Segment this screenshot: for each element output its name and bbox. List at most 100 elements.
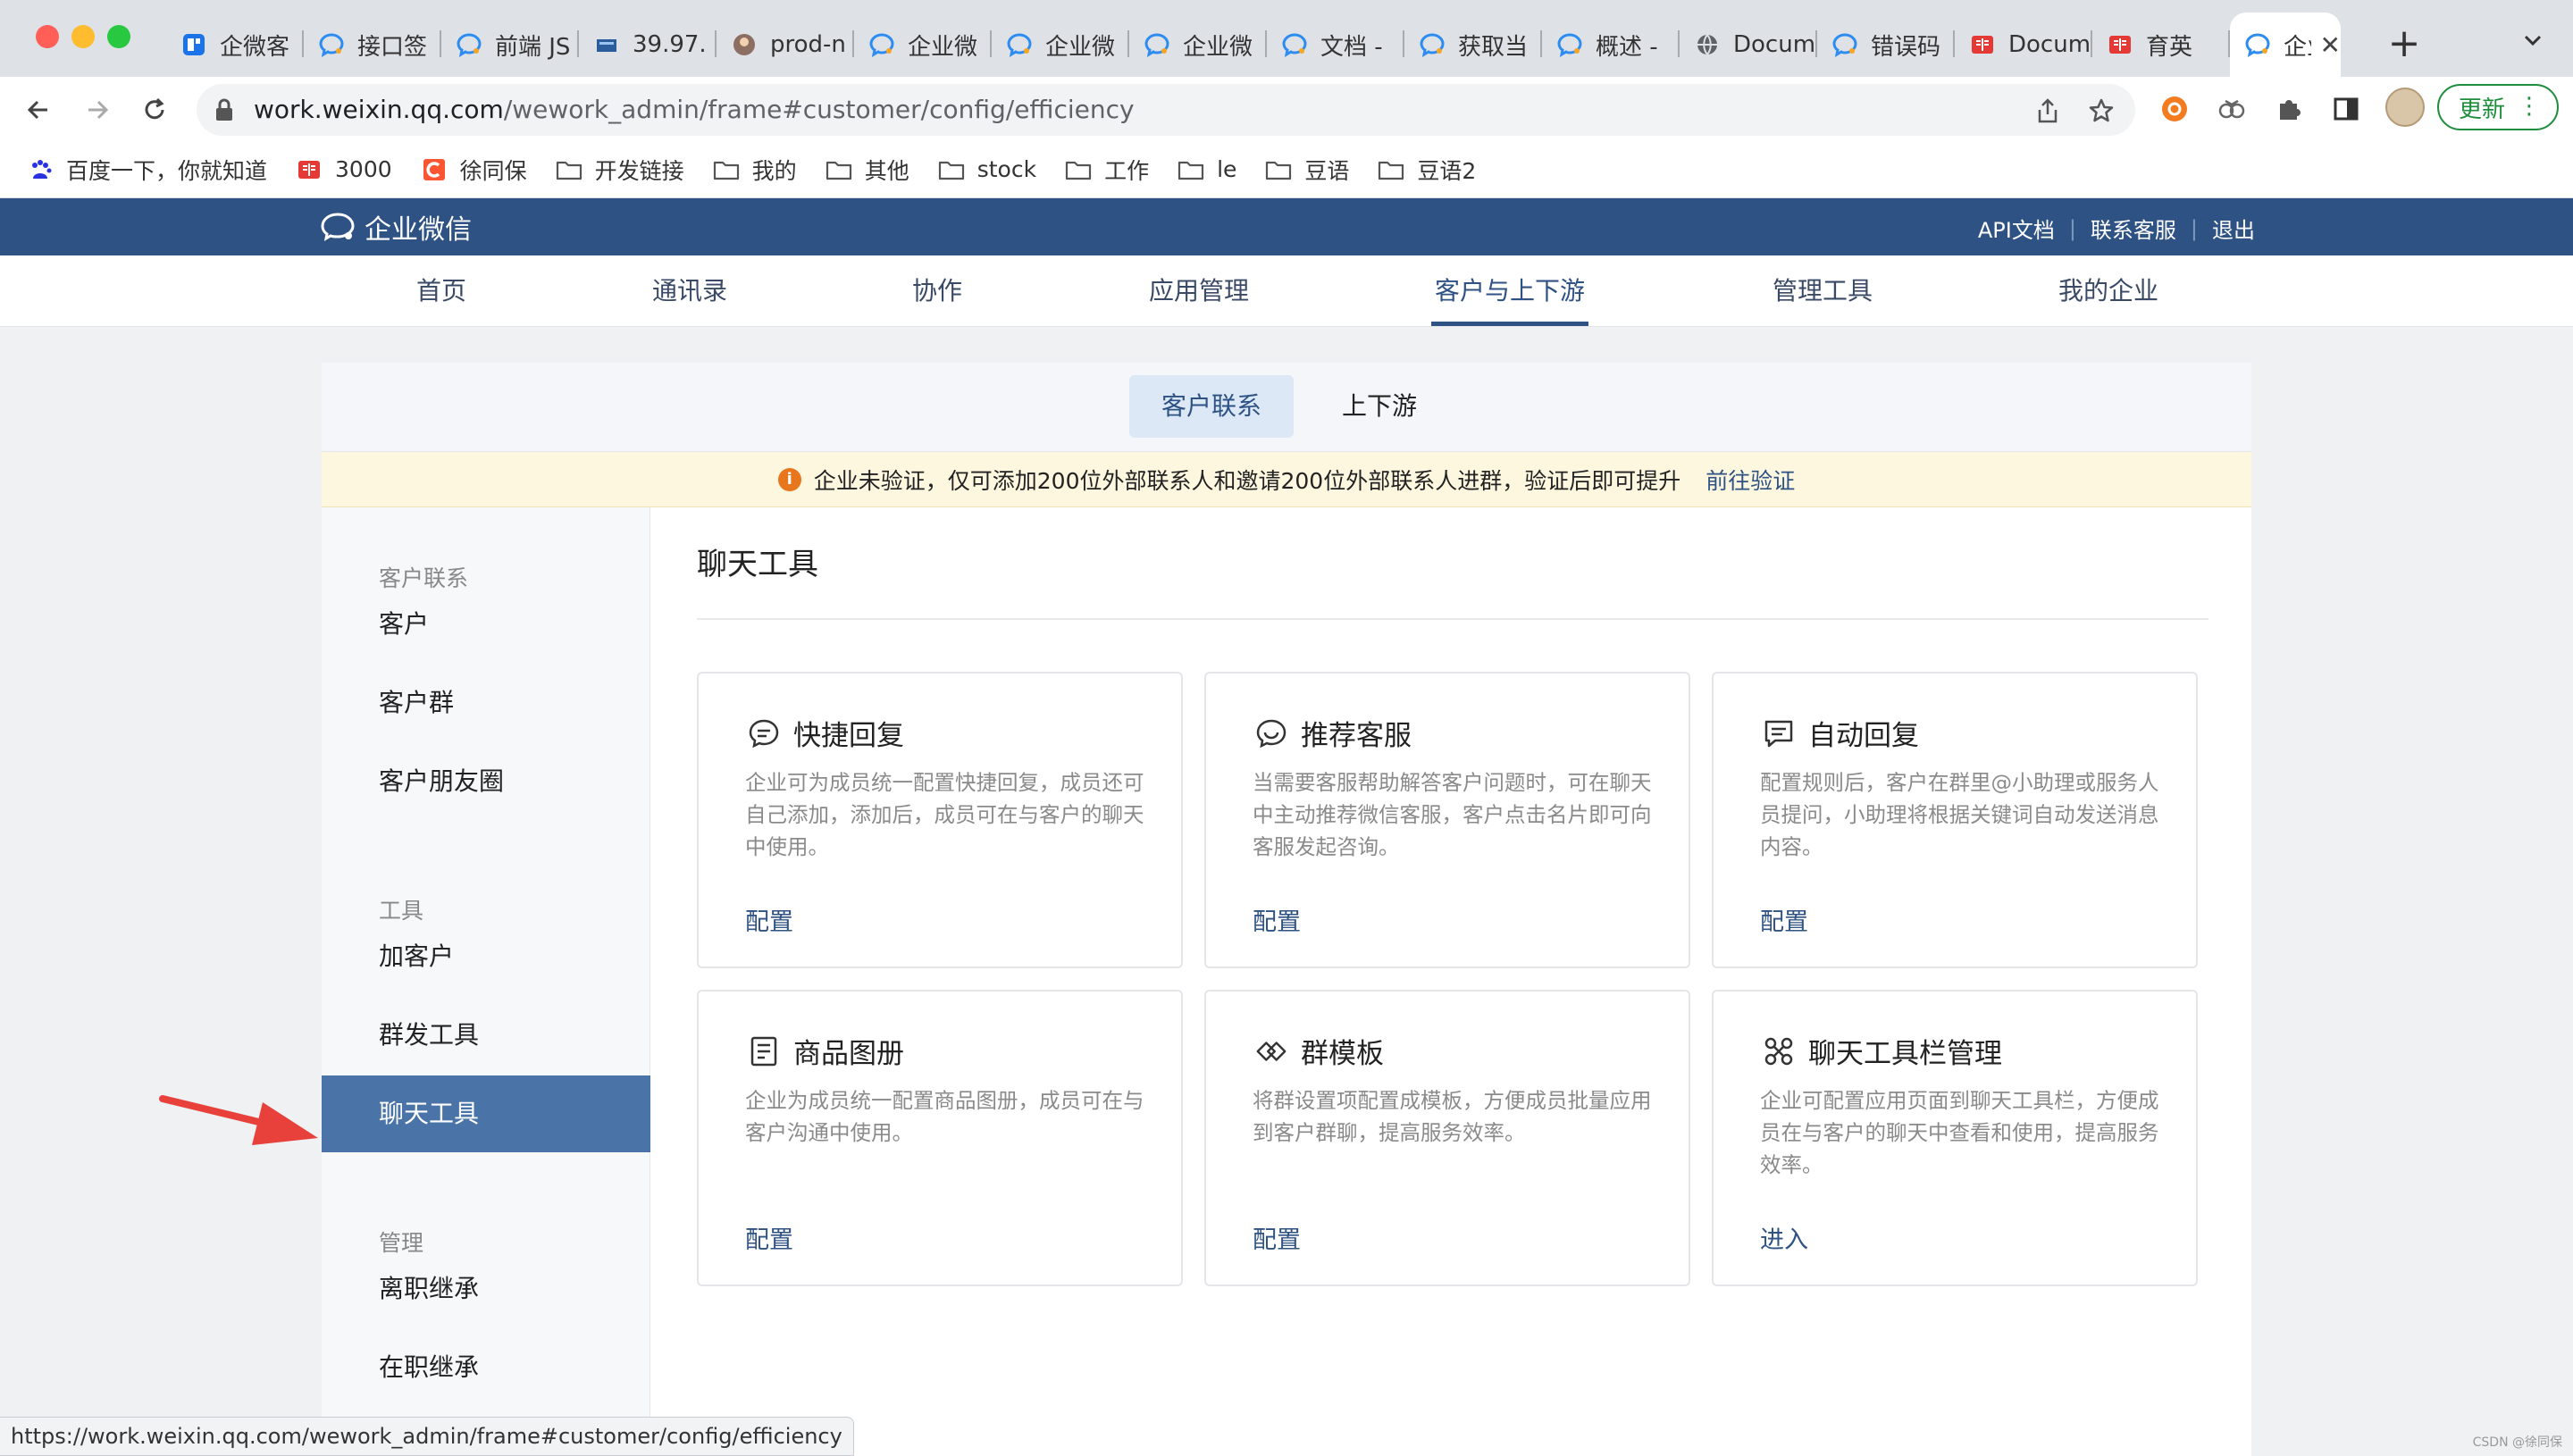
lock-icon[interactable]: [214, 98, 234, 125]
bookmark-item[interactable]: 百度一下，你就知道: [27, 154, 267, 186]
profile-avatar[interactable]: [2385, 88, 2425, 127]
nav-app-management[interactable]: 应用管理: [1149, 255, 1249, 327]
browser-tab[interactable]: 企业微: [854, 13, 992, 77]
group-template-icon: [1254, 1034, 1288, 1068]
browser-tab[interactable]: 概述 -: [1542, 13, 1680, 77]
url-text[interactable]: work.weixin.qq.com/wework_admin/frame#cu…: [254, 95, 1135, 124]
bookmark-item[interactable]: stock: [938, 156, 1036, 182]
nav-my-company[interactable]: 我的企业: [2058, 255, 2158, 327]
browser-tab[interactable]: 育英: [2092, 13, 2230, 77]
wecom-icon: [1831, 31, 1858, 58]
book-icon: [296, 158, 323, 181]
extension-orange-icon[interactable]: [2158, 93, 2191, 125]
nav-contacts[interactable]: 通讯录: [652, 255, 727, 327]
verification-notice: i 企业未验证，仅可添加200位外部联系人和邀请200位外部联系人进群，验证后即…: [322, 452, 2251, 507]
header-links: API文档 | 联系客服 | 退出: [1978, 213, 2255, 244]
tab-title: 企微客: [220, 33, 290, 61]
sidebar-item-customers[interactable]: 客户: [322, 586, 650, 663]
close-tab-icon[interactable]: ✕: [2320, 30, 2341, 60]
back-arrow-icon[interactable]: [20, 91, 57, 129]
sidebar-item-chat-tools[interactable]: 聊天工具: [322, 1075, 650, 1152]
side-panel-icon[interactable]: [2330, 93, 2362, 125]
address-bar[interactable]: work.weixin.qq.com/wework_admin/frame#cu…: [197, 84, 2135, 136]
bookmark-label: 我的: [751, 157, 797, 184]
tab-upstream-downstream[interactable]: 上下游: [1308, 375, 1451, 438]
configure-recommend-service-link[interactable]: 配置: [1253, 902, 1301, 937]
sidebar-item-add-customers[interactable]: 加客户: [322, 918, 650, 995]
browser-tab[interactable]: prod-n: [717, 13, 854, 77]
contact-support-link[interactable]: 联系客服: [2091, 213, 2176, 244]
bookmark-item[interactable]: 徐同保: [421, 154, 527, 186]
extension-link-icon[interactable]: [2216, 93, 2248, 125]
browser-tab[interactable]: 接口签: [304, 13, 441, 77]
bookmark-item[interactable]: 豆语: [1265, 154, 1349, 186]
sidebar: 客户联系 客户 客户群 客户朋友圈 工具 加客户 群发工具 聊天工具 管理 离职…: [322, 507, 650, 1456]
sidebar-item-customer-groups[interactable]: 客户群: [322, 665, 650, 741]
info-icon: i: [777, 467, 801, 491]
tab-title: prod-n: [770, 31, 846, 58]
browser-tab[interactable]: 前端 JS: [441, 13, 579, 77]
browser-tab[interactable]: 企业微: [1129, 13, 1267, 77]
browser-tab-active[interactable]: 企业 ✕: [2230, 13, 2341, 77]
reload-icon[interactable]: [136, 91, 173, 129]
configure-product-album-link[interactable]: 配置: [745, 1220, 793, 1255]
bookmark-item[interactable]: 豆语2: [1378, 154, 1476, 186]
wecom-logo[interactable]: 企业微信: [320, 209, 472, 246]
nav-customers[interactable]: 客户与上下游: [1435, 255, 1585, 327]
wecom-icon: [1281, 31, 1308, 58]
zoom-window-button[interactable]: [107, 25, 130, 48]
tab-customer-contact[interactable]: 客户联系: [1129, 375, 1294, 438]
sidebar-item-moments[interactable]: 客户朋友圈: [322, 743, 650, 820]
share-icon[interactable]: [2033, 96, 2062, 125]
verify-link[interactable]: 前往验证: [1706, 464, 1795, 496]
browser-tab[interactable]: 企微客: [166, 13, 304, 77]
bookmark-star-icon[interactable]: [2087, 96, 2116, 125]
update-button[interactable]: 更新 ⋮: [2437, 84, 2559, 130]
sidebar-item-active-transfer[interactable]: 在职继承: [322, 1329, 650, 1406]
browser-tab[interactable]: 企业微: [992, 13, 1129, 77]
card-group-template: 群模板 将群设置项配置成模板，方便成员批量应用到客户群聊，提高服务效率。 配置: [1204, 990, 1690, 1286]
wecom-header: 企业微信 API文档 | 联系客服 | 退出: [0, 198, 2573, 255]
browser-tab[interactable]: 错误码: [1817, 13, 1955, 77]
configure-group-template-link[interactable]: 配置: [1253, 1220, 1301, 1255]
bookmark-label: 豆语2: [1417, 157, 1477, 184]
close-window-button[interactable]: [36, 25, 59, 48]
new-tab-button[interactable]: +: [2380, 20, 2428, 68]
bookmark-item[interactable]: 开发链接: [556, 154, 684, 186]
tab-search-chevron-icon[interactable]: [2519, 27, 2546, 54]
sidebar-item-mass-messaging[interactable]: 群发工具: [322, 997, 650, 1074]
wecom-icon: [1006, 31, 1033, 58]
configure-auto-reply-link[interactable]: 配置: [1760, 902, 1808, 937]
configure-quick-reply-link[interactable]: 配置: [745, 902, 793, 937]
nav-management-tools[interactable]: 管理工具: [1773, 255, 1873, 327]
tab-title: Docum: [1733, 31, 1816, 58]
browser-tab[interactable]: 获取当: [1404, 13, 1542, 77]
browser-tab[interactable]: 39.97.: [579, 13, 717, 77]
recommend-service-icon: [1254, 716, 1288, 750]
browser-menu-icon[interactable]: ⋮: [2518, 93, 2541, 120]
enter-chat-toolbar-link[interactable]: 进入: [1760, 1220, 1808, 1255]
bookmarks-bar: 百度一下，你就知道 3000 徐同保 开发链接 我的 其他 stock 工作 le 豆语 豆语2: [0, 141, 2573, 198]
nav-home[interactable]: 首页: [416, 255, 466, 327]
update-label: 更新: [2459, 96, 2506, 123]
bookmark-item[interactable]: 我的: [713, 154, 797, 186]
extensions-puzzle-icon[interactable]: [2273, 93, 2305, 125]
api-docs-link[interactable]: API文档: [1978, 213, 2055, 244]
wecom-icon: [1144, 31, 1170, 58]
bookmark-item[interactable]: 其他: [826, 154, 909, 186]
bookmark-item[interactable]: 工作: [1065, 154, 1149, 186]
browser-tab[interactable]: Docum: [1955, 13, 2092, 77]
logout-link[interactable]: 退出: [2212, 213, 2255, 244]
browser-tab[interactable]: Docum: [1680, 13, 1817, 77]
avatar-icon: [731, 31, 758, 58]
content-panel: 客户联系 上下游 i 企业未验证，仅可添加200位外部联系人和邀请200位外部联…: [322, 363, 2251, 1456]
minimize-window-button[interactable]: [71, 25, 95, 48]
bookmark-item[interactable]: le: [1178, 156, 1236, 182]
forward-arrow-icon[interactable]: [79, 91, 116, 129]
browser-tab[interactable]: 文档 -: [1267, 13, 1404, 77]
nav-collaboration[interactable]: 协作: [912, 255, 962, 327]
url-path: /wework_admin/frame#customer/config/effi…: [503, 95, 1135, 124]
folder-icon: [938, 158, 965, 181]
sidebar-item-resigned-transfer[interactable]: 离职继承: [322, 1251, 650, 1327]
bookmark-item[interactable]: 3000: [296, 156, 392, 182]
